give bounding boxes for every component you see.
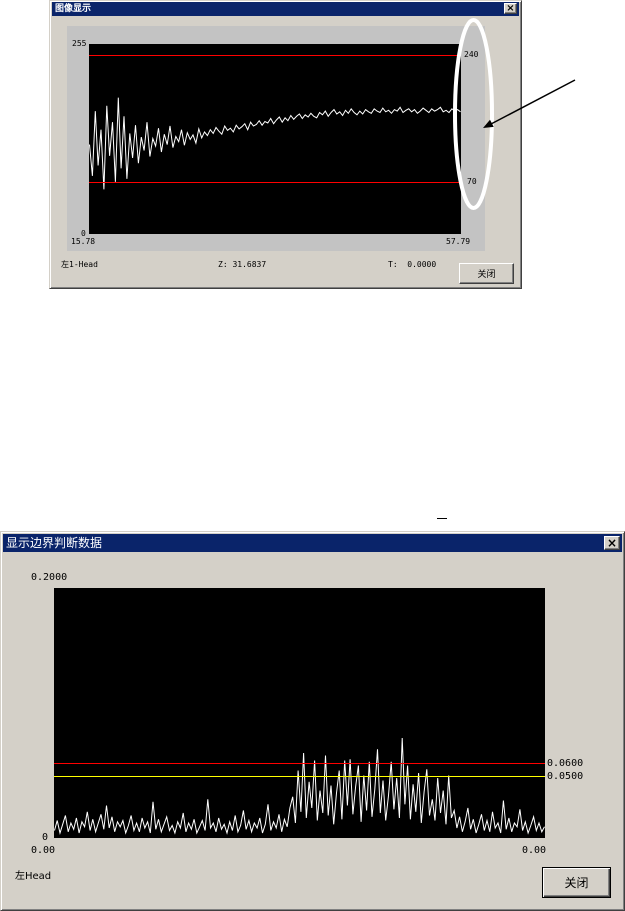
threshold-label-upper: 240: [464, 50, 479, 59]
series-line: [54, 737, 545, 835]
channel-label: 左1-Head: [61, 260, 98, 269]
x-min-tick-label: 15.78: [71, 237, 96, 246]
close-dialog-button[interactable]: 关闭: [542, 867, 611, 898]
threshold-label-lower: 0.0500: [547, 771, 584, 782]
gray-level-plot: [89, 44, 461, 234]
title-bar[interactable]: 图像显示 ×: [52, 2, 519, 16]
close-button[interactable]: ×: [604, 536, 620, 550]
x-min-tick-label: 0.00: [31, 845, 56, 856]
x-max-tick-label: 57.79: [446, 237, 471, 246]
image-display-window: 图像显示 × 255 0 15.78 57.79 240 70 左1-Head …: [49, 0, 522, 289]
y-max-tick-label: 0.2000: [31, 572, 68, 583]
threshold-label-upper: 0.0600: [547, 758, 584, 769]
channel-label: 左Head: [15, 871, 52, 882]
boundary-data-window: 显示边界判断数据 × 0.2000 0 0.00 0.00 0.0600 0.0…: [0, 531, 625, 911]
t-readout: T: 0.0000: [388, 260, 437, 269]
close-icon: ×: [606, 536, 618, 550]
x-max-tick-label: 0.00: [522, 845, 547, 856]
y-min-tick-label: 0: [42, 832, 49, 843]
window-title: 图像显示: [55, 4, 92, 14]
threshold-label-lower: 70: [467, 177, 477, 186]
close-dialog-button[interactable]: 关闭: [459, 263, 514, 284]
boundary-data-plot: [54, 588, 545, 838]
y-max-tick-label: 255: [72, 39, 87, 48]
series-line: [89, 97, 461, 190]
stray-mark: [437, 518, 447, 519]
z-readout: Z: 31.6837: [218, 260, 267, 269]
window-title: 显示边界判断数据: [6, 536, 103, 550]
title-bar[interactable]: 显示边界判断数据 ×: [3, 534, 622, 552]
close-button[interactable]: ×: [504, 3, 517, 14]
close-button-label: 关闭: [477, 270, 496, 280]
close-icon: ×: [506, 2, 515, 14]
close-button-label: 关闭: [564, 876, 589, 890]
